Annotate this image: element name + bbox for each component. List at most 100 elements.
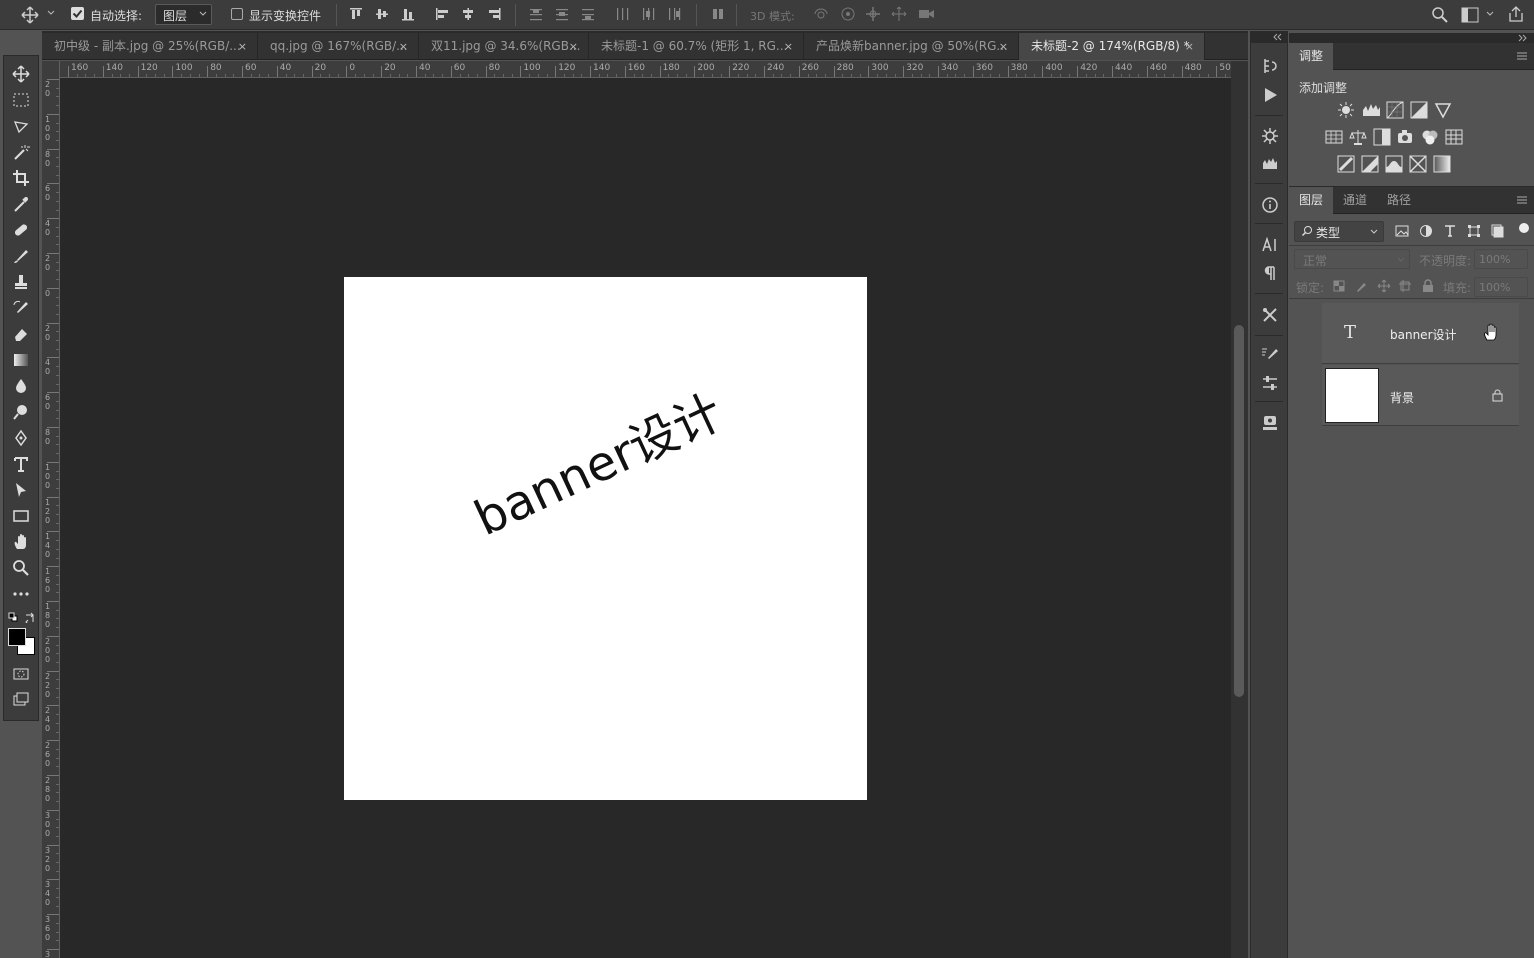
photo-filter-icon[interactable]: [1397, 128, 1415, 146]
selective-color-icon[interactable]: [1409, 155, 1427, 173]
3d-roll-icon[interactable]: [840, 6, 856, 22]
close-icon[interactable]: ×: [999, 33, 1008, 60]
auto-align-icon[interactable]: [710, 6, 726, 22]
eyedropper-icon[interactable]: [9, 192, 33, 216]
tab-doc-4[interactable]: 未标题-1 @ 60.7% (矩形 1, RG... ×: [589, 33, 804, 60]
filter-type-icon[interactable]: [1443, 224, 1457, 238]
type-tool-icon[interactable]: [9, 452, 33, 476]
lock-pixels-icon[interactable]: [1355, 280, 1367, 292]
gradient-map-icon[interactable]: [1433, 155, 1451, 173]
path-select-icon[interactable]: [9, 478, 33, 502]
tab-paths[interactable]: 路径: [1377, 187, 1421, 214]
layer-filter-dropdown[interactable]: 类型: [1294, 221, 1384, 242]
black-white-icon[interactable]: [1373, 128, 1391, 146]
gradient-tool-icon[interactable]: [9, 348, 33, 372]
search-icon[interactable]: [1431, 6, 1449, 24]
lock-all-icon[interactable]: [1422, 279, 1434, 293]
tab-channels[interactable]: 通道: [1333, 187, 1377, 214]
lock-position-icon[interactable]: [1377, 279, 1391, 293]
color-balance-icon[interactable]: [1349, 128, 1367, 146]
layer-row-background[interactable]: 背景: [1322, 365, 1519, 426]
distribute-vcenter-icon[interactable]: [554, 6, 570, 22]
screen-mode-icon[interactable]: [9, 688, 33, 712]
layer-name[interactable]: banner设计: [1390, 326, 1457, 343]
tab-doc-active[interactable]: 未标题-2 @ 174%(RGB/8) * ×: [1019, 33, 1205, 60]
share-icon[interactable]: [1507, 5, 1525, 23]
lock-transparent-icon[interactable]: [1333, 280, 1345, 292]
distribute-hcenter-icon[interactable]: [640, 6, 656, 22]
tab-doc-1[interactable]: 初中级 - 副本.jpg @ 25%(RGB/... ×: [42, 33, 258, 60]
healing-brush-icon[interactable]: [9, 218, 33, 242]
close-icon[interactable]: ×: [784, 33, 793, 60]
brush-settings-icon[interactable]: [1258, 344, 1282, 366]
lock-artboard-icon[interactable]: [1399, 280, 1411, 292]
distribute-top-icon[interactable]: [528, 6, 544, 22]
distribute-bottom-icon[interactable]: [580, 6, 596, 22]
vertical-ruler[interactable]: 2 0 1 0 0 8 0 6 0 4 0 2 0 0 2 0 4 0 6 0 8 0 1 0 0 1 …: [42, 61, 60, 958]
levels-icon[interactable]: [1361, 101, 1381, 119]
crop-tool-icon[interactable]: [9, 166, 33, 190]
paragraph-icon[interactable]: [1258, 262, 1282, 284]
brightness-contrast-icon[interactable]: [1337, 101, 1355, 119]
exposure-icon[interactable]: [1410, 101, 1428, 119]
3d-panel-icon[interactable]: [1258, 125, 1282, 147]
dodge-tool-icon[interactable]: [9, 400, 33, 424]
clone-source-icon[interactable]: [1258, 412, 1282, 434]
canvas-area[interactable]: [60, 78, 1231, 958]
auto-select-dropdown[interactable]: 图层: [155, 4, 212, 25]
close-icon[interactable]: ×: [1185, 33, 1194, 60]
auto-select-checkbox[interactable]: [71, 7, 84, 20]
tab-layers[interactable]: 图层: [1289, 187, 1334, 214]
lasso-tool-icon[interactable]: [9, 114, 33, 138]
histogram-icon[interactable]: [1258, 153, 1282, 175]
align-bottom-icon[interactable]: [400, 6, 416, 22]
filter-adjustment-icon[interactable]: [1419, 224, 1433, 238]
rectangle-tool-icon[interactable]: [9, 504, 33, 528]
filter-pixel-icon[interactable]: [1395, 224, 1409, 238]
move-tool-icon[interactable]: [9, 62, 33, 86]
move-tool-icon[interactable]: [20, 6, 40, 24]
document-canvas[interactable]: [344, 277, 867, 800]
panel-menu-icon[interactable]: [1516, 51, 1528, 61]
blend-mode-dropdown[interactable]: 正常: [1294, 249, 1410, 269]
hue-saturation-icon[interactable]: [1325, 128, 1343, 146]
threshold-icon[interactable]: [1385, 155, 1403, 173]
magic-wand-icon[interactable]: [9, 140, 33, 164]
close-icon[interactable]: ×: [238, 33, 247, 60]
curves-icon[interactable]: [1386, 101, 1404, 119]
history-brush-icon[interactable]: [9, 296, 33, 320]
align-left-icon[interactable]: [434, 6, 450, 22]
tab-doc-5[interactable]: 产品焕新banner.jpg @ 50%(RG... ×: [804, 33, 1019, 60]
workspace-icon[interactable]: [1461, 7, 1479, 23]
tab-doc-3[interactable]: 双11.jpg @ 34.6%(RGB... ×: [419, 33, 589, 60]
distribute-left-icon[interactable]: [614, 6, 630, 22]
quick-mask-icon[interactable]: [9, 662, 33, 686]
default-colors-icon[interactable]: [8, 612, 18, 622]
eraser-icon[interactable]: [9, 322, 33, 346]
more-tools-icon[interactable]: [9, 582, 33, 606]
close-icon[interactable]: ×: [399, 33, 408, 60]
pen-tool-icon[interactable]: [9, 426, 33, 450]
zoom-tool-icon[interactable]: [9, 556, 33, 580]
character-icon[interactable]: [1258, 234, 1282, 256]
align-hcenter-icon[interactable]: [460, 6, 476, 22]
adjustments-sliders-icon[interactable]: [1258, 372, 1282, 394]
channel-mixer-icon[interactable]: [1421, 128, 1439, 146]
distribute-right-icon[interactable]: [666, 6, 682, 22]
tool-presets-icon[interactable]: [1258, 304, 1282, 326]
align-vcenter-icon[interactable]: [374, 6, 390, 22]
hand-tool-icon[interactable]: [9, 530, 33, 554]
opacity-field[interactable]: 100%: [1474, 249, 1528, 269]
vibrance-icon[interactable]: [1434, 101, 1452, 119]
scrollbar-thumb[interactable]: [1234, 325, 1244, 697]
tab-doc-2[interactable]: qq.jpg @ 167%(RGB/... ×: [258, 33, 419, 60]
filter-toggle[interactable]: [1519, 223, 1529, 233]
fill-field[interactable]: 100%: [1474, 277, 1528, 297]
close-icon[interactable]: ×: [569, 33, 578, 60]
tool-preset-chevron-icon[interactable]: [47, 10, 55, 16]
marquee-tool-icon[interactable]: [9, 88, 33, 112]
actions-play-icon[interactable]: [1258, 84, 1282, 106]
workspace-chevron-icon[interactable]: [1486, 11, 1494, 17]
collapse-panels-icon[interactable]: [1272, 33, 1284, 41]
3d-camera-icon[interactable]: [917, 6, 935, 22]
